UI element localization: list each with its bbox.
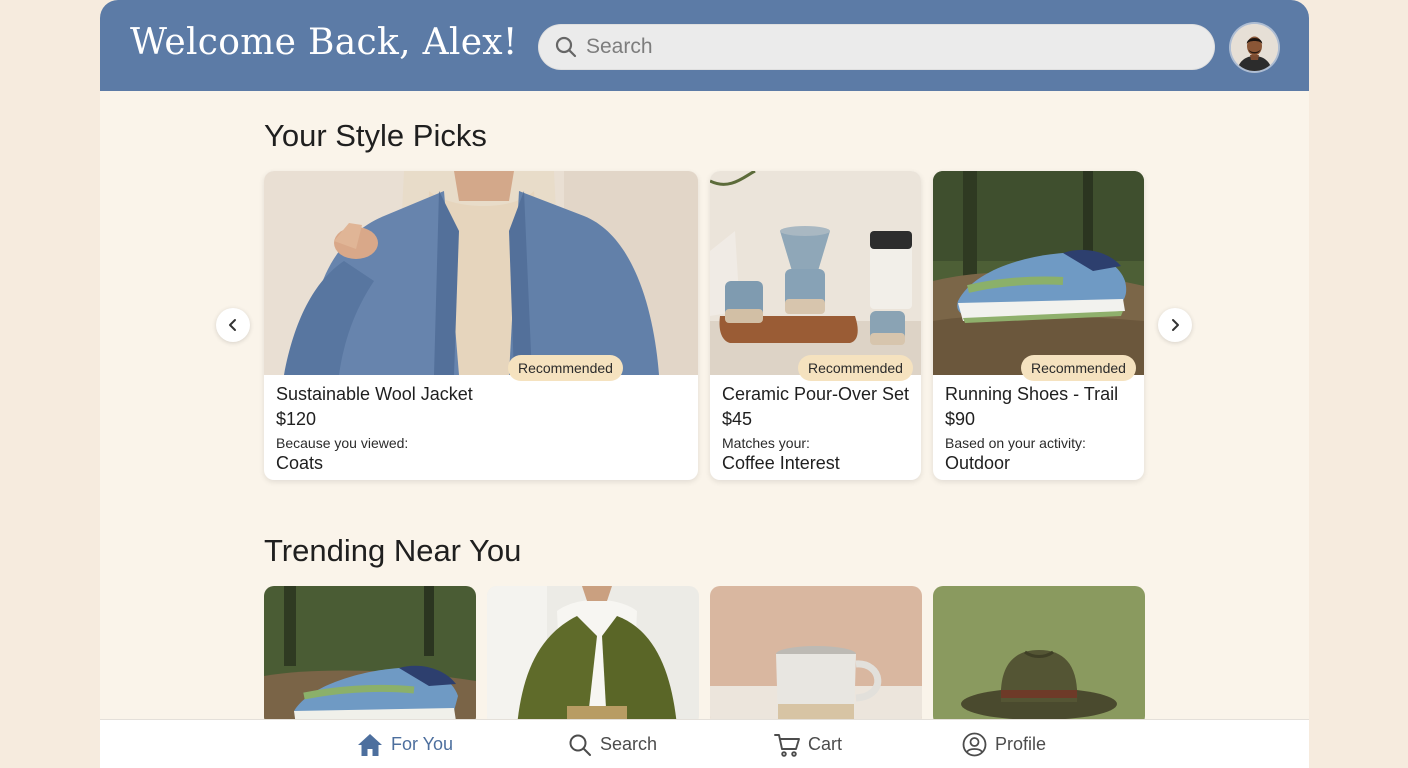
trending-item[interactable] <box>487 586 699 726</box>
carousel-next-button[interactable] <box>1158 308 1192 342</box>
trending-item[interactable] <box>710 586 922 726</box>
home-icon <box>358 733 382 756</box>
product-name: Ceramic Pour-Over Set <box>722 384 910 404</box>
trending-image-hat <box>933 586 1145 726</box>
product-image <box>264 171 698 375</box>
recommendation-reason-value: Coats <box>276 453 324 473</box>
product-image <box>710 171 921 375</box>
nav-label: Search <box>600 734 658 754</box>
search-icon <box>555 36 577 58</box>
chevron-right-icon <box>1172 319 1179 331</box>
welcome-title: Welcome Back, Alex! <box>130 22 518 63</box>
recommended-badge: Recommended <box>508 355 623 381</box>
trending-item[interactable] <box>264 586 476 726</box>
product-card[interactable]: Running Shoes - Trail $90 Based on your … <box>933 171 1144 480</box>
product-name: Running Shoes - Trail <box>945 384 1119 404</box>
cart-icon <box>774 733 800 757</box>
nav-item-cart[interactable]: Cart <box>774 720 842 768</box>
trending-image-shoes <box>264 586 476 726</box>
nav-item-for-you[interactable]: For You <box>357 720 453 768</box>
recommendation-reason: Because you viewed: <box>276 435 409 451</box>
search-icon <box>569 734 591 756</box>
recommendation-reason: Based on your activity: <box>945 435 1086 451</box>
section-title-style-picks: Your Style Picks <box>264 118 487 153</box>
product-card[interactable]: Ceramic Pour-Over Set $45 Matches your: … <box>710 171 921 480</box>
nav-label: Cart <box>808 734 843 754</box>
section-title-trending: Trending Near You <box>264 533 522 568</box>
trending-item[interactable] <box>933 586 1145 726</box>
nav-label: For You <box>391 734 454 754</box>
product-card[interactable]: Sustainable Wool Jacket $120 Because you… <box>264 171 698 480</box>
product-price: $120 <box>276 409 317 429</box>
chevron-left-icon <box>229 319 236 331</box>
nav-item-profile[interactable]: Profile <box>962 720 1046 768</box>
header: Welcome Back, Alex! <box>100 0 1309 91</box>
bottom-nav: For You Search Cart Profile <box>100 719 1309 768</box>
recommendation-reason: Matches your: <box>722 435 810 451</box>
nav-item-search[interactable]: Search <box>568 720 657 768</box>
avatar-photo <box>1231 24 1278 71</box>
search-bar[interactable] <box>538 24 1215 70</box>
recommended-badge: Recommended <box>798 355 913 381</box>
product-price: $45 <box>722 409 753 429</box>
trending-image-mug <box>710 586 922 726</box>
recommendation-reason-value: Outdoor <box>945 453 1011 473</box>
app-window: Welcome Back, Alex! Your Style Picks <box>100 0 1309 768</box>
nav-label: Profile <box>995 734 1047 754</box>
product-name: Sustainable Wool Jacket <box>276 384 473 404</box>
avatar[interactable] <box>1231 24 1278 71</box>
product-price: $90 <box>945 409 976 429</box>
recommendation-reason-value: Coffee Interest <box>722 453 840 473</box>
carousel-prev-button[interactable] <box>216 308 250 342</box>
trending-image-coat <box>487 586 699 726</box>
search-input[interactable] <box>586 24 1186 70</box>
product-image <box>933 171 1144 375</box>
recommended-badge: Recommended <box>1021 355 1136 381</box>
profile-icon <box>962 732 987 757</box>
